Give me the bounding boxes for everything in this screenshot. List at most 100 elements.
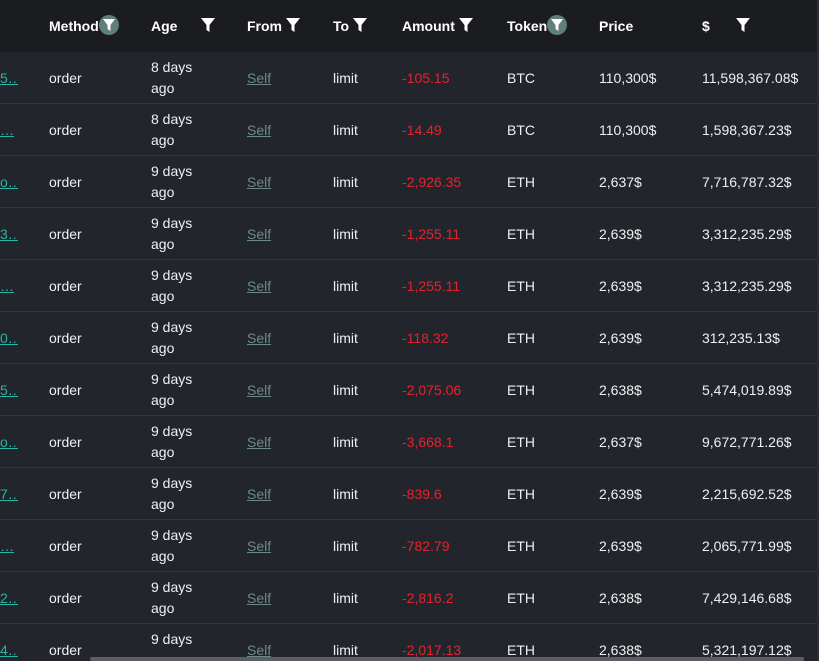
- method-cell: order: [49, 433, 82, 450]
- table-row: 4… order 9 days ago Self limit -2,017.13…: [0, 624, 819, 661]
- from-link[interactable]: Self: [247, 520, 271, 571]
- tx-hash-link[interactable]: 3…: [0, 208, 18, 259]
- from-link[interactable]: Self: [247, 156, 271, 207]
- age-cell: 9 days ago: [151, 318, 193, 356]
- value-cell: 3,312,235.29$: [702, 225, 792, 242]
- method-cell: order: [49, 537, 82, 554]
- filter-icon[interactable]: [349, 17, 368, 36]
- from-link[interactable]: Self: [247, 260, 271, 311]
- token-cell: ETH: [507, 589, 535, 606]
- amount-cell: -1,255.11: [402, 225, 461, 242]
- from-link[interactable]: Self: [247, 208, 271, 259]
- tx-hash-link[interactable]: 0…: [0, 312, 18, 363]
- column-method: Method: [49, 0, 120, 52]
- tx-hash-link[interactable]: o…: [0, 156, 18, 207]
- table-body: 5… order 8 days ago Self limit -105.15 B…: [0, 52, 819, 661]
- price-cell: 110,300$: [599, 69, 657, 86]
- to-cell: limit: [333, 537, 358, 554]
- tx-hash-link[interactable]: …: [0, 520, 18, 571]
- table-row: o… order 9 days ago Self limit -3,668.1 …: [0, 416, 819, 468]
- table-row: 5… order 9 days ago Self limit -2,075.06…: [0, 364, 819, 416]
- table-row: … order 9 days ago Self limit -782.79 ET…: [0, 520, 819, 572]
- value-cell: 5,321,197.12$: [702, 641, 792, 658]
- amount-cell: -118.32: [402, 329, 449, 346]
- price-cell: 2,637$: [599, 433, 642, 450]
- to-cell: limit: [333, 329, 358, 346]
- from-link[interactable]: Self: [247, 312, 271, 363]
- to-cell: limit: [333, 277, 358, 294]
- token-cell: ETH: [507, 641, 535, 658]
- method-cell: order: [49, 69, 82, 86]
- value-cell: 312,235.13$: [702, 329, 780, 346]
- column-amount-label: Amount: [402, 18, 455, 34]
- method-cell: order: [49, 641, 82, 658]
- tx-hash-link[interactable]: 4…: [0, 624, 18, 661]
- from-link[interactable]: Self: [247, 624, 271, 661]
- from-link[interactable]: Self: [247, 468, 271, 519]
- tx-hash-link[interactable]: 5…: [0, 52, 18, 103]
- tx-hash-link[interactable]: o…: [0, 416, 18, 467]
- token-cell: BTC: [507, 69, 535, 86]
- token-cell: ETH: [507, 537, 535, 554]
- value-cell: 1,598,367.23$: [702, 121, 792, 138]
- from-link[interactable]: Self: [247, 572, 271, 623]
- token-cell: ETH: [507, 173, 535, 190]
- tx-hash-link[interactable]: …: [0, 104, 18, 155]
- table-row: 5… order 8 days ago Self limit -105.15 B…: [0, 52, 819, 104]
- age-cell: 9 days ago: [151, 630, 193, 661]
- price-cell: 110,300$: [599, 121, 657, 138]
- filter-active-icon[interactable]: [98, 14, 120, 39]
- horizontal-scrollbar[interactable]: [90, 657, 804, 661]
- tx-hash-link[interactable]: 7…: [0, 468, 18, 519]
- amount-cell: -3,668.1: [402, 433, 454, 450]
- column-token-label: Token: [507, 18, 548, 34]
- column-price: Price: [599, 0, 633, 52]
- filter-icon[interactable]: [282, 17, 301, 36]
- to-cell: limit: [333, 121, 358, 138]
- from-link[interactable]: Self: [247, 104, 271, 155]
- age-cell: 9 days ago: [151, 162, 193, 200]
- to-cell: limit: [333, 589, 358, 606]
- price-cell: 2,639$: [599, 225, 642, 242]
- column-amount: Amount: [402, 0, 474, 52]
- transactions-table: Method Age From To Amount Token Price $ …: [0, 0, 819, 661]
- column-from-label: From: [247, 18, 282, 34]
- filter-active-icon[interactable]: [547, 14, 568, 39]
- tx-hash-link[interactable]: 5…: [0, 364, 18, 415]
- amount-cell: -14.49: [402, 121, 442, 138]
- table-row: 7… order 9 days ago Self limit -839.6 ET…: [0, 468, 819, 520]
- token-cell: ETH: [507, 485, 535, 502]
- age-cell: 8 days ago: [151, 110, 193, 148]
- tx-hash-link[interactable]: 2…: [0, 572, 18, 623]
- method-cell: order: [49, 121, 82, 138]
- filter-icon[interactable]: [732, 17, 751, 36]
- price-cell: 2,639$: [599, 329, 642, 346]
- age-cell: 9 days ago: [151, 578, 193, 616]
- method-cell: order: [49, 225, 82, 242]
- price-cell: 2,638$: [599, 641, 642, 658]
- table-row: … order 9 days ago Self limit -1,255.11 …: [0, 260, 819, 312]
- amount-cell: -2,017.13: [402, 641, 462, 658]
- from-link[interactable]: Self: [247, 52, 271, 103]
- value-cell: 9,672,771.26$: [702, 433, 792, 450]
- value-cell: 3,312,235.29$: [702, 277, 792, 294]
- filter-icon[interactable]: [455, 17, 474, 36]
- amount-cell: -2,075.06: [402, 381, 462, 398]
- amount-cell: -2,926.35: [402, 173, 462, 190]
- table-row: 3… order 9 days ago Self limit -1,255.11…: [0, 208, 819, 260]
- filter-icon[interactable]: [197, 17, 216, 36]
- from-link[interactable]: Self: [247, 416, 271, 467]
- method-cell: order: [49, 485, 82, 502]
- price-cell: 2,639$: [599, 485, 642, 502]
- age-cell: 9 days ago: [151, 370, 193, 408]
- token-cell: ETH: [507, 329, 535, 346]
- to-cell: limit: [333, 485, 358, 502]
- column-age: Age: [151, 0, 216, 52]
- from-link[interactable]: Self: [247, 364, 271, 415]
- token-cell: ETH: [507, 433, 535, 450]
- column-price-label: Price: [599, 18, 634, 34]
- value-cell: 7,716,787.32$: [702, 173, 792, 190]
- method-cell: order: [49, 277, 82, 294]
- to-cell: limit: [333, 173, 358, 190]
- tx-hash-link[interactable]: …: [0, 260, 18, 311]
